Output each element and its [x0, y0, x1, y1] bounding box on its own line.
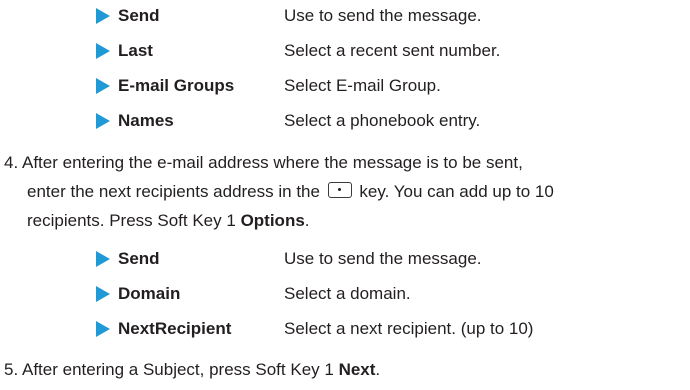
option-names: Names Select a phonebook entry.	[96, 107, 480, 135]
step-5-line: 5. After entering a Subject, press Soft …	[4, 355, 684, 384]
step-4-line-2: enter the next recipients address in the…	[4, 177, 684, 206]
triangle-bullet-icon	[96, 43, 110, 59]
option-last: Last Select a recent sent number.	[96, 37, 500, 65]
step-number: 5.	[4, 360, 19, 379]
step-4-text-3a: recipients. Press Soft Key 1	[27, 211, 236, 230]
triangle-bullet-icon	[96, 321, 110, 337]
ok-key-icon	[327, 182, 352, 198]
step-4-text-2a: enter the next recipients address in the	[27, 182, 320, 201]
next-softkey-label: Next	[338, 360, 376, 379]
step-4-text-2b: key. You can add up to 10	[359, 182, 554, 201]
option-desc: Select a recent sent number.	[284, 41, 501, 60]
option-email-groups: E-mail Groups Select E-mail Group.	[96, 72, 441, 100]
triangle-bullet-icon	[96, 8, 110, 24]
step-4-line-1: 4. After entering the e-mail address whe…	[4, 148, 684, 177]
step-5: 5. After entering a Subject, press Soft …	[4, 355, 684, 384]
option-desc: Use to send the message.	[284, 249, 482, 268]
manual-page: Send Use to send the message. Last Selec…	[0, 0, 690, 390]
option-desc: Select E-mail Group.	[284, 76, 441, 95]
triangle-bullet-icon	[96, 251, 110, 267]
step-4: 4. After entering the e-mail address whe…	[4, 148, 684, 235]
option-term: Domain	[118, 284, 181, 303]
triangle-bullet-icon	[96, 78, 110, 94]
option-desc: Use to send the message.	[284, 6, 482, 25]
option-desc: Select a next recipient. (up to 10)	[284, 319, 534, 338]
option-term: Send	[118, 249, 160, 268]
step-number: 4.	[4, 153, 19, 172]
option-term: Names	[118, 111, 174, 130]
step-4-line-3: recipients. Press Soft Key 1 Options.	[4, 206, 684, 235]
options-softkey-label: Options	[240, 211, 305, 230]
option-next-recipient: NextRecipient Select a next recipient. (…	[96, 315, 533, 343]
option-desc: Select a domain.	[284, 284, 411, 303]
option-term: Send	[118, 6, 160, 25]
option-domain: Domain Select a domain.	[96, 280, 411, 308]
step-4-text-1: After entering the e-mail address where …	[21, 153, 523, 172]
option-term: E-mail Groups	[118, 76, 235, 95]
step-5-text: After entering a Subject, press Soft Key…	[21, 360, 334, 379]
option-term: NextRecipient	[118, 319, 232, 338]
triangle-bullet-icon	[96, 113, 110, 129]
step-5-period: .	[375, 360, 381, 379]
option-term: Last	[118, 41, 153, 60]
step-4-period: .	[304, 211, 310, 230]
option-send-2: Send Use to send the message.	[96, 245, 482, 273]
option-send: Send Use to send the message.	[96, 2, 482, 30]
triangle-bullet-icon	[96, 286, 110, 302]
option-desc: Select a phonebook entry.	[284, 111, 481, 130]
